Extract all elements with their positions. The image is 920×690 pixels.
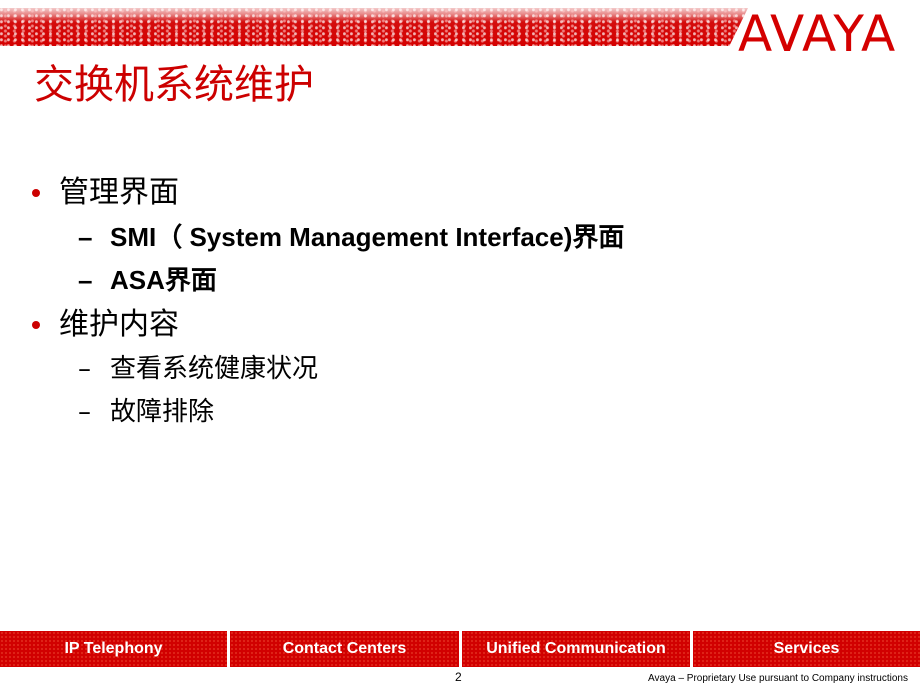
slide-content: 管理界面 – SMI（ System Management Interface)… xyxy=(30,170,624,434)
dash-icon: – xyxy=(78,265,93,295)
subitem-label: 查看系统健康状况 xyxy=(110,354,319,384)
subitem-label: 故障排除 xyxy=(110,397,215,427)
subitem-system-health: – 查看系统健康状况 xyxy=(30,348,624,391)
footer-tab-services[interactable]: Services xyxy=(693,631,920,667)
footer-nav-bar: IP Telephony Contact Centers Unified Com… xyxy=(0,631,920,667)
subitem-label: SMI（ System Management Interface)界面 xyxy=(110,222,625,252)
subitem-troubleshooting: – 故障排除 xyxy=(30,391,624,434)
subitem-smi: – SMI（ System Management Interface)界面 xyxy=(30,216,624,259)
bullet-icon xyxy=(32,189,40,197)
footer-tab-unified-communication[interactable]: Unified Communication xyxy=(462,631,690,667)
footer-tab-ip-telephony[interactable]: IP Telephony xyxy=(0,631,227,667)
slide-title: 交换机系统维护 xyxy=(34,62,314,108)
legal-notice: Avaya – Proprietary Use pursuant to Comp… xyxy=(648,673,908,684)
subitem-label: ASA界面 xyxy=(110,265,217,295)
dash-icon: – xyxy=(78,222,93,252)
header-decorative-band xyxy=(0,8,748,46)
bullet-item-management-interface: 管理界面 xyxy=(30,170,624,216)
subitem-asa: – ASA界面 xyxy=(30,259,624,302)
bullet-icon xyxy=(32,321,40,329)
dash-icon: – xyxy=(78,397,91,427)
bullet-label: 维护内容 xyxy=(59,307,179,342)
dash-icon: – xyxy=(78,354,91,384)
avaya-logo: AVAYA xyxy=(738,5,897,63)
bullet-item-maintenance-content: 维护内容 xyxy=(30,302,624,348)
bullet-label: 管理界面 xyxy=(59,175,179,210)
footer-tab-contact-centers[interactable]: Contact Centers xyxy=(230,631,459,667)
page-number: 2 xyxy=(455,670,462,684)
